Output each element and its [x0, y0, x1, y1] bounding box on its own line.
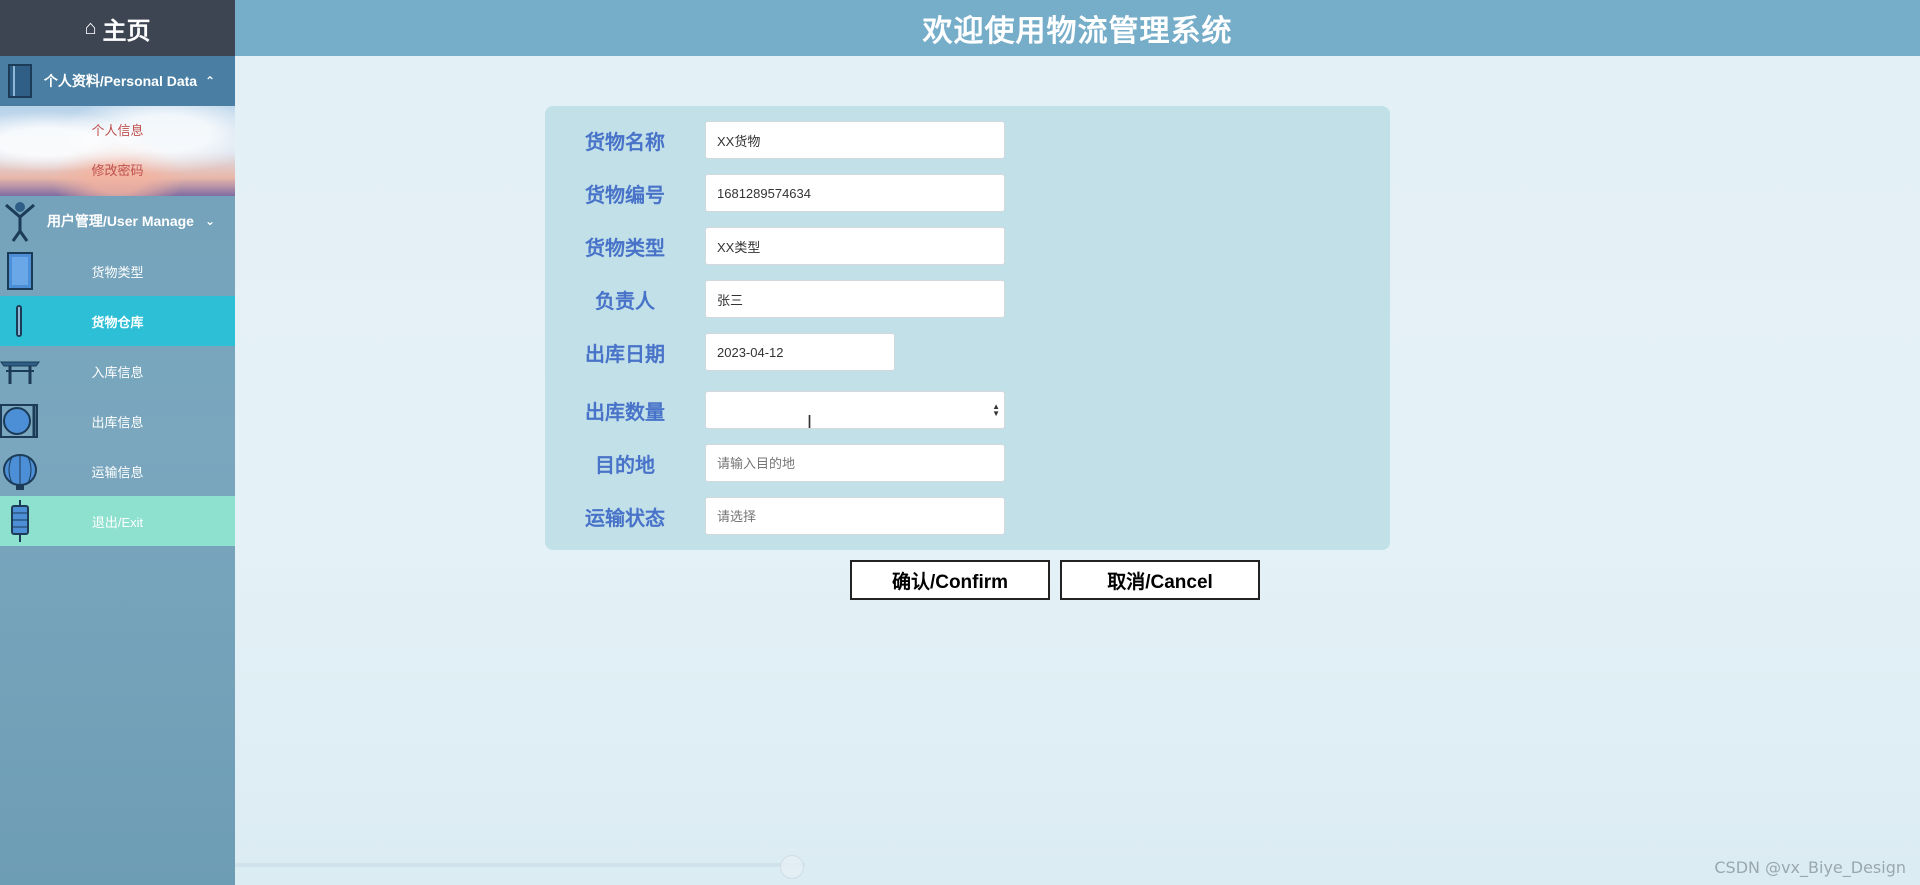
person-in-charge-label: 负责人 [595, 290, 655, 313]
form-row-outbound-date: 出库日期 [545, 332, 895, 372]
scrollbar-knob[interactable] [780, 855, 804, 879]
sidebar-item-cargo-warehouse[interactable]: 货物仓库 [0, 296, 235, 346]
page-title: 欢迎使用物流管理系统 [922, 15, 1233, 48]
submenu-item-personal-info[interactable]: 个人信息 [0, 120, 235, 139]
cargo-type-label: 货物类型 [585, 237, 665, 260]
destination-input[interactable] [705, 444, 1005, 482]
sidebar: ⌂ 主页 个人资料/Personal Data ⌃ 个人信息 修改密码 用户管理… [0, 0, 235, 885]
cancel-button[interactable]: 取消/Cancel [1060, 560, 1260, 600]
sidebar-item-label: 运输信息 [91, 464, 144, 480]
form-row-cargo-type: 货物类型 [545, 226, 1005, 266]
confirm-button[interactable]: 确认/Confirm [850, 560, 1050, 600]
sidebar-item-label: 退出/Exit [91, 514, 144, 530]
personal-submenu: 个人信息 修改密码 [0, 106, 235, 196]
cargo-form-panel: 货物名称 货物编号 货物类型 负责人 出库日期 出库数量 ▲▼ 目的地 运输状态 [545, 106, 1390, 550]
sidebar-item-cargo-type[interactable]: 货物类型 [0, 246, 235, 296]
sidebar-item-inbound-info[interactable]: 入库信息 [0, 346, 235, 396]
form-row-cargo-name: 货物名称 [545, 120, 1005, 160]
sidebar-item-label: 入库信息 [91, 364, 144, 380]
outbound-quantity-label: 出库数量 [585, 401, 665, 424]
form-row-outbound-quantity: 出库数量 ▲ ▼ [545, 390, 1005, 430]
destination-label: 目的地 [595, 454, 655, 477]
submenu-item-change-password[interactable]: 修改密码 [0, 160, 235, 179]
home-link[interactable]: ⌂ 主页 [0, 0, 235, 56]
home-icon: ⌂ [84, 16, 97, 39]
menu-group-user-manage[interactable]: 用户管理/User Manage ⌄ [0, 196, 235, 246]
spinner-arrows-icon[interactable]: ▲ ▼ [992, 403, 1000, 418]
menu-group-personal-data[interactable]: 个人资料/Personal Data ⌃ [0, 56, 235, 106]
chevron-up-icon: ⌃ [204, 74, 215, 88]
top-header: 欢迎使用物流管理系统 [235, 0, 1920, 56]
chevron-down-icon: ⌄ [204, 214, 215, 228]
person-in-charge-input[interactable] [705, 280, 1005, 318]
notebook-icon [0, 64, 40, 98]
form-row-destination: 目的地 [545, 443, 1005, 483]
outbound-date-input[interactable] [705, 333, 895, 371]
menu-group-personal-label: 个人资料/Personal Data [43, 73, 198, 89]
figure-icon [0, 199, 40, 243]
sidebar-item-label: 货物类型 [91, 264, 144, 280]
cargo-name-label: 货物名称 [585, 131, 665, 154]
sidebar-item-exit[interactable]: 退出/Exit [0, 496, 235, 546]
form-row-person-in-charge: 负责人 [545, 279, 1005, 319]
home-label: 主页 [102, 17, 151, 45]
menu-group-user-label: 用户管理/User Manage [46, 213, 194, 229]
horizontal-scrollbar[interactable] [235, 863, 805, 867]
cargo-name-input[interactable] [705, 121, 1005, 159]
watermark: CSDN @vx_Biye_Design [1714, 858, 1906, 877]
sidebar-item-transport-info[interactable]: 运输信息 [0, 446, 235, 496]
sidebar-item-label: 出库信息 [91, 414, 144, 430]
sidebar-item-label: 货物仓库 [91, 314, 144, 330]
sidebar-item-outbound-info[interactable]: 出库信息 [0, 396, 235, 446]
text-cursor-icon: I [807, 412, 813, 432]
outbound-quantity-stepper[interactable]: ▲ ▼ [705, 391, 1005, 429]
outbound-date-label: 出库日期 [585, 343, 665, 366]
cargo-number-input[interactable] [705, 174, 1005, 212]
cargo-type-input[interactable] [705, 227, 1005, 265]
transport-status-label: 运输状态 [585, 507, 665, 530]
cargo-number-label: 货物编号 [585, 184, 665, 207]
form-row-cargo-number: 货物编号 [545, 173, 1005, 213]
form-row-transport-status: 运输状态 [545, 496, 1005, 536]
transport-status-select[interactable] [705, 497, 1005, 535]
